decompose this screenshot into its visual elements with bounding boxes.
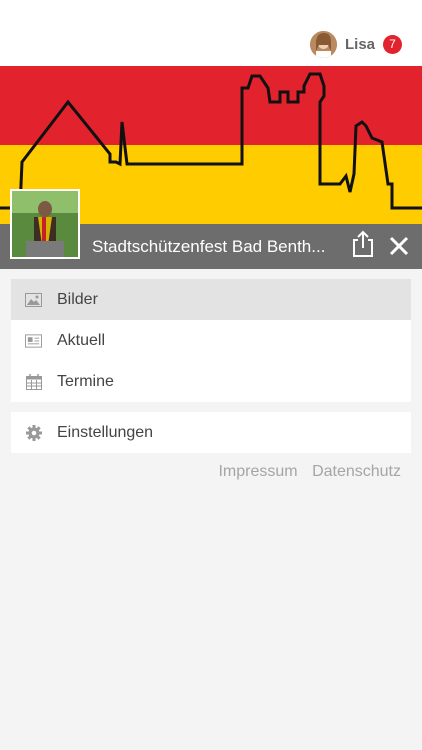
event-thumbnail[interactable] xyxy=(10,189,80,259)
newspaper-icon xyxy=(25,332,42,349)
menu-item-einstellungen[interactable]: Einstellungen xyxy=(11,412,411,453)
settings-menu: Einstellungen xyxy=(11,412,411,453)
user-name[interactable]: Lisa xyxy=(345,36,375,53)
menu-item-bilder[interactable]: Bilder xyxy=(11,279,411,320)
user-menu[interactable]: Lisa 7 xyxy=(309,29,402,59)
calendar-icon xyxy=(25,373,42,390)
share-icon xyxy=(353,230,373,257)
share-button[interactable] xyxy=(351,230,375,258)
menu-item-termine[interactable]: Termine xyxy=(11,361,411,402)
menu-item-label: Bilder xyxy=(57,290,98,308)
gear-icon xyxy=(25,424,42,441)
user-avatar[interactable] xyxy=(309,30,337,58)
notification-badge[interactable]: 7 xyxy=(383,34,402,54)
menu-item-label: Einstellungen xyxy=(57,423,154,441)
impressum-link[interactable]: Impressum xyxy=(218,463,297,480)
top-bar: Lisa 7 xyxy=(0,0,422,66)
datenschutz-link[interactable]: Datenschutz xyxy=(312,463,401,480)
footer-links: Impressum Datenschutz xyxy=(208,463,401,481)
menu-item-label: Termine xyxy=(57,372,114,390)
page-title: Stadtschützenfest Bad Benth... xyxy=(92,237,326,256)
close-button[interactable] xyxy=(389,236,409,256)
menu-item-aktuell[interactable]: Aktuell xyxy=(11,320,411,361)
close-icon xyxy=(389,236,409,256)
menu-item-label: Aktuell xyxy=(57,331,106,349)
main-menu: Bilder Aktuell Termine xyxy=(11,279,411,402)
image-icon xyxy=(25,291,42,308)
